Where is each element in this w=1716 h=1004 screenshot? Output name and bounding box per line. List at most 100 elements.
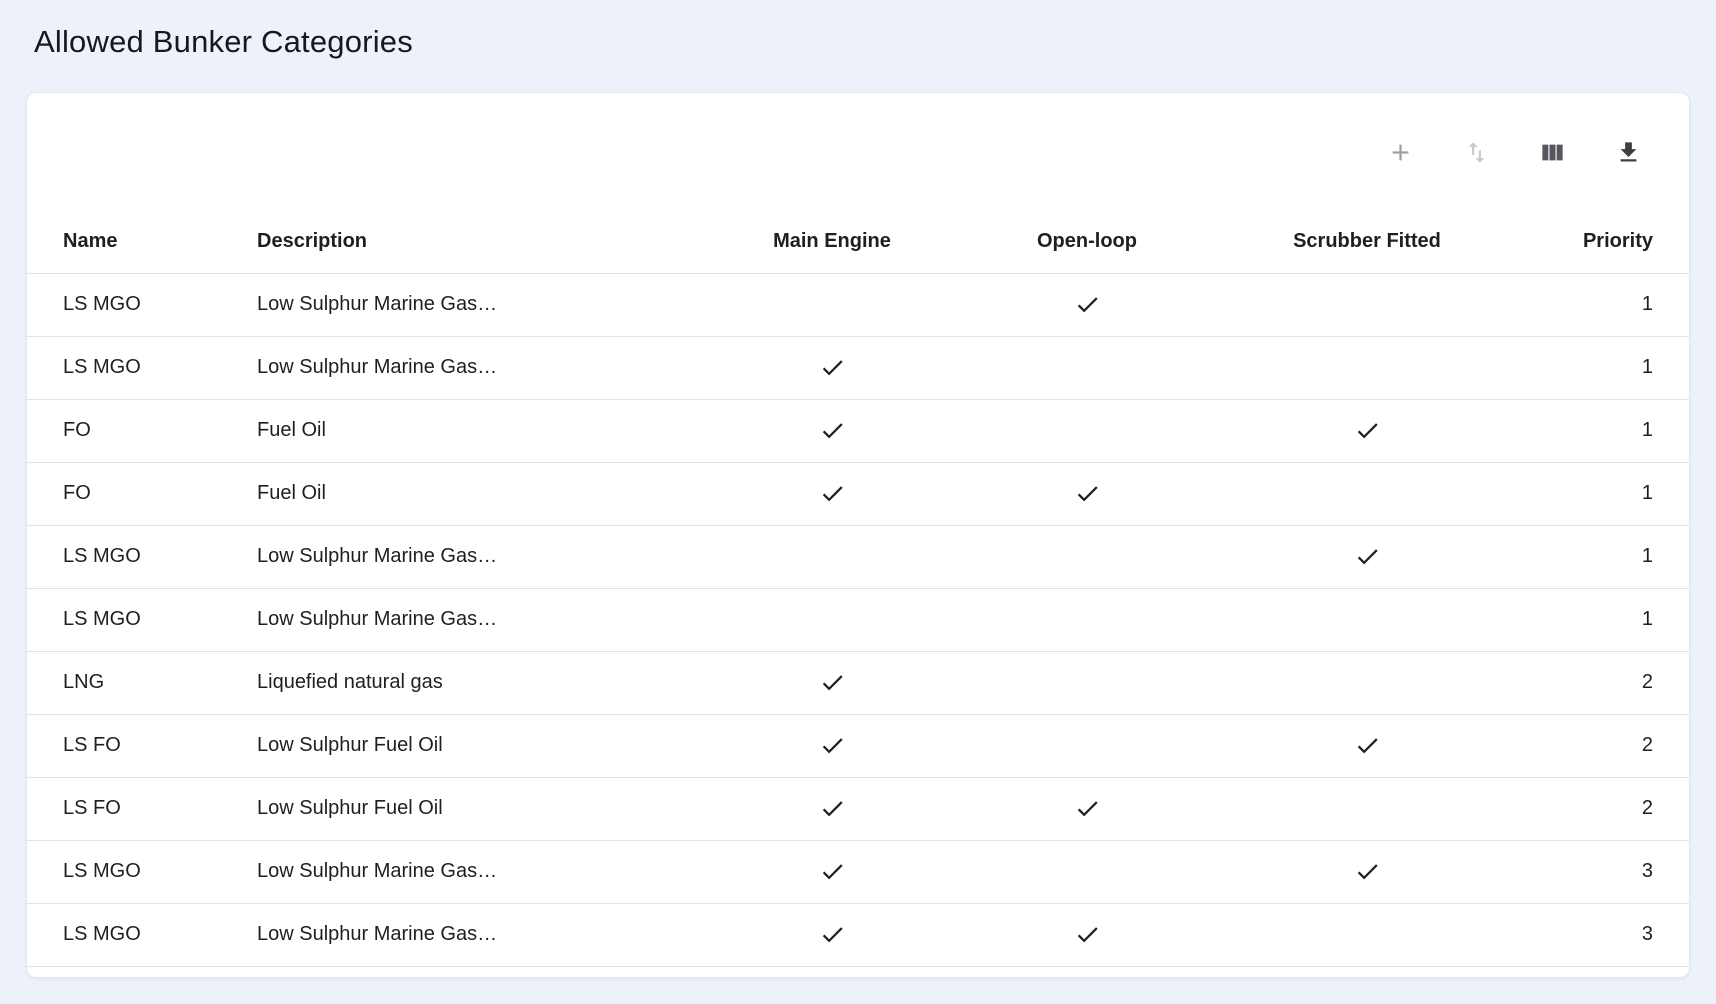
cell-priority: 1 [1517,588,1689,651]
cell-priority: 2 [1517,714,1689,777]
plus-icon [1387,139,1414,166]
cell-scrubber-fitted [1217,525,1517,588]
cell-priority: 2 [1517,777,1689,840]
cell-open-loop [957,525,1217,588]
cell-name: LNG [27,651,257,714]
cell-name: LS FO [27,777,257,840]
cell-priority: 2 [1517,651,1689,714]
table-row[interactable]: FOFuel Oil 1 [27,462,1689,525]
cell-open-loop [957,777,1217,840]
cell-main-engine [707,903,957,966]
columns-button[interactable] [1529,129,1575,175]
cell-open-loop [957,651,1217,714]
cell-scrubber-fitted [1217,588,1517,651]
bunker-categories-table: Name Description Main Engine Open-loop S… [27,211,1689,967]
table-row[interactable]: LS MGOLow Sulphur Marine Gas…1 [27,525,1689,588]
cell-description: Low Sulphur Marine Gas… [257,903,707,966]
cell-priority: 1 [1517,399,1689,462]
cell-scrubber-fitted [1217,273,1517,336]
cell-scrubber-fitted [1217,777,1517,840]
column-header-name[interactable]: Name [27,211,257,273]
cell-priority: 1 [1517,462,1689,525]
cell-description: Fuel Oil [257,399,707,462]
cell-main-engine [707,525,957,588]
sort-button[interactable] [1453,129,1499,175]
cell-main-engine [707,273,957,336]
check-icon [819,858,846,885]
cell-main-engine [707,399,957,462]
cell-name: LS MGO [27,273,257,336]
cell-main-engine [707,462,957,525]
table-row[interactable]: LS MGOLow Sulphur Marine Gas… 1 [27,588,1689,651]
cell-open-loop [957,903,1217,966]
check-icon [819,417,846,444]
check-icon [819,795,846,822]
cell-name: LS FO [27,714,257,777]
check-icon [1354,858,1381,885]
cell-open-loop [957,840,1217,903]
column-header-main-engine[interactable]: Main Engine [707,211,957,273]
grid-toolbar [27,93,1689,211]
table-row[interactable]: LS FOLow Sulphur Fuel Oil 2 [27,714,1689,777]
cell-main-engine [707,840,957,903]
table-row[interactable]: LNGLiquefied natural gas 2 [27,651,1689,714]
cell-scrubber-fitted [1217,651,1517,714]
cell-name: LS MGO [27,525,257,588]
check-icon [819,669,846,696]
check-icon [1354,417,1381,444]
table-row[interactable]: LS MGOLow Sulphur Marine Gas…1 [27,273,1689,336]
check-icon [819,480,846,507]
table-row[interactable]: LS FOLow Sulphur Fuel Oil 2 [27,777,1689,840]
cell-main-engine [707,651,957,714]
check-icon [1074,480,1101,507]
cell-name: FO [27,399,257,462]
check-icon [1354,732,1381,759]
check-icon [819,354,846,381]
column-header-scrubber-fitted[interactable]: Scrubber Fitted [1217,211,1517,273]
check-icon [1074,921,1101,948]
cell-description: Low Sulphur Marine Gas… [257,273,707,336]
column-header-open-loop[interactable]: Open-loop [957,211,1217,273]
check-icon [1354,543,1381,570]
cell-main-engine [707,588,957,651]
cell-description: Low Sulphur Marine Gas… [257,525,707,588]
cell-description: Liquefied natural gas [257,651,707,714]
cell-description: Fuel Oil [257,462,707,525]
cell-name: LS MGO [27,336,257,399]
check-icon [1074,291,1101,318]
cell-main-engine [707,336,957,399]
cell-scrubber-fitted [1217,714,1517,777]
cell-scrubber-fitted [1217,462,1517,525]
table-row[interactable]: LS MGOLow Sulphur Marine Gas…3 [27,840,1689,903]
download-icon [1615,139,1642,166]
cell-open-loop [957,588,1217,651]
cell-description: Low Sulphur Marine Gas… [257,588,707,651]
column-header-priority[interactable]: Priority [1517,211,1689,273]
cell-scrubber-fitted [1217,399,1517,462]
check-icon [1074,795,1101,822]
add-button[interactable] [1377,129,1423,175]
cell-description: Low Sulphur Fuel Oil [257,777,707,840]
table-row[interactable]: FOFuel Oil 1 [27,399,1689,462]
cell-priority: 1 [1517,336,1689,399]
cell-main-engine [707,714,957,777]
export-button[interactable] [1605,129,1651,175]
cell-scrubber-fitted [1217,336,1517,399]
cell-scrubber-fitted [1217,903,1517,966]
cell-open-loop [957,273,1217,336]
table-body: LS MGOLow Sulphur Marine Gas…1LS MGOLow … [27,273,1689,966]
cell-scrubber-fitted [1217,840,1517,903]
cell-description: Low Sulphur Marine Gas… [257,336,707,399]
table-row[interactable]: LS MGOLow Sulphur Marine Gas… 1 [27,336,1689,399]
cell-name: LS MGO [27,588,257,651]
table-header: Name Description Main Engine Open-loop S… [27,211,1689,273]
cell-description: Low Sulphur Marine Gas… [257,840,707,903]
table-row[interactable]: LS MGOLow Sulphur Marine Gas…3 [27,903,1689,966]
cell-description: Low Sulphur Fuel Oil [257,714,707,777]
cell-main-engine [707,777,957,840]
check-icon [819,732,846,759]
column-header-description[interactable]: Description [257,211,707,273]
cell-open-loop [957,336,1217,399]
cell-name: FO [27,462,257,525]
cell-name: LS MGO [27,903,257,966]
